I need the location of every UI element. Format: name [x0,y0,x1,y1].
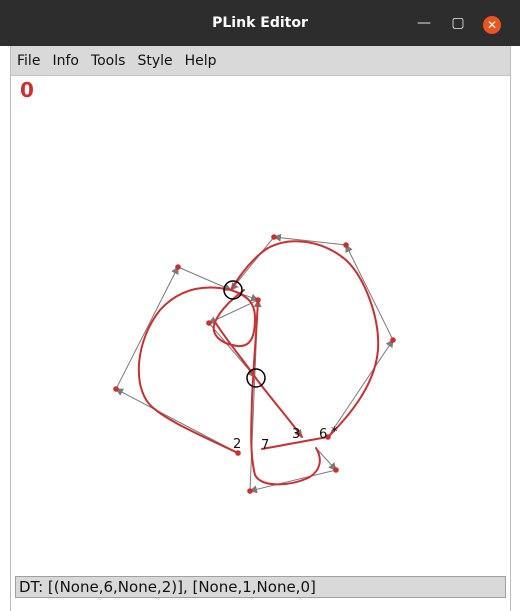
strand-label: 6 [319,427,327,442]
control-edge [327,339,394,438]
knot-strand[interactable] [137,240,380,486]
control-edge [177,266,232,291]
vertex[interactable] [206,320,212,326]
strand-labels: 2 7 3 6 * [233,425,338,453]
strand-left-loop[interactable] [137,286,239,454]
window-bottom [11,598,510,611]
strand-label: * [331,425,338,440]
vertex[interactable] [255,297,261,303]
vertex[interactable] [271,234,277,240]
knot-diagram[interactable]: 2 7 3 6 * [0,0,520,611]
plink-editor-window: PLink Editor — ▢ ✕ File Info Tools Style… [0,0,520,611]
vertex[interactable] [390,337,396,343]
crossing-counter: 0 [20,78,34,102]
control-edge [115,266,179,390]
vertex[interactable] [333,467,339,473]
control-edge [273,233,347,246]
strand-label: 7 [261,438,269,453]
vertex[interactable] [247,488,253,494]
vertex[interactable] [343,242,349,248]
strand-label: 3 [292,427,300,442]
vertex[interactable] [175,264,181,270]
strand-diagonal[interactable] [214,321,303,438]
control-edge [249,469,337,494]
vertex[interactable] [113,386,119,392]
strand-label: 2 [233,437,241,452]
dt-code-text: DT: [(None,6,None,2)], [None,1,None,0] [19,578,316,596]
strand-vertical[interactable] [250,299,321,486]
status-bar: DT: [(None,6,None,2)], [None,1,None,0] [15,576,506,598]
control-edge [345,244,394,341]
